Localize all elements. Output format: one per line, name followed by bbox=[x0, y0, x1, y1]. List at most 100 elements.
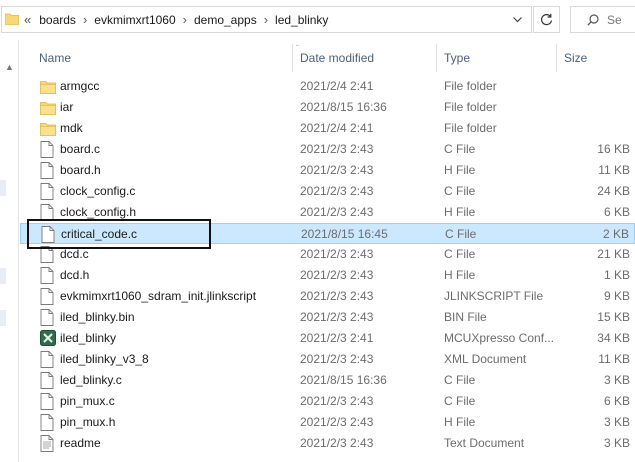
column-header-type[interactable]: Type bbox=[444, 44, 470, 72]
file-icon bbox=[40, 162, 56, 179]
file-type: C File bbox=[445, 227, 477, 241]
folder-icon bbox=[40, 78, 56, 95]
file-name: iled_blinky bbox=[60, 331, 117, 345]
search-input[interactable]: Se bbox=[570, 6, 635, 33]
column-divider[interactable] bbox=[292, 44, 293, 72]
file-row[interactable]: armgcc 2021/2/4 2:41 File folder bbox=[20, 76, 635, 97]
file-icon bbox=[40, 309, 56, 326]
file-icon bbox=[40, 141, 56, 158]
file-row[interactable]: clock_config.h 2021/2/3 2:43 H File 6 KB bbox=[20, 202, 635, 223]
address-dropdown-button[interactable] bbox=[507, 7, 527, 32]
breadcrumb-item-evkmimxrt1060[interactable]: evkmimxrt1060 bbox=[94, 13, 175, 27]
file-date-modified: 2021/2/3 2:43 bbox=[300, 289, 374, 303]
column-divider[interactable] bbox=[556, 44, 557, 72]
file-row[interactable]: iled_blinky_v3_8 2021/2/3 2:43 XML Documen… bbox=[20, 349, 635, 370]
file-row[interactable]: pin_mux.c 2021/2/3 2:43 C File 6 KB bbox=[20, 391, 635, 412]
file-size: 11 KB bbox=[598, 352, 630, 366]
breadcrumb-overflow-button[interactable]: « bbox=[24, 12, 31, 27]
file-icon bbox=[40, 183, 56, 200]
file-row[interactable]: iled_blinky 2021/2/3 2:41 MCUXpresso Conf.… bbox=[20, 328, 635, 349]
file-row[interactable]: board.c 2021/2/3 2:43 C File 16 KB bbox=[20, 139, 635, 160]
file-icon bbox=[40, 246, 56, 263]
file-size: 3 KB bbox=[603, 415, 630, 429]
chevron-up-icon[interactable]: ▲ bbox=[5, 62, 14, 72]
file-type: BIN File bbox=[444, 310, 487, 324]
file-name: mdk bbox=[60, 121, 83, 135]
file-date-modified: 2021/2/3 2:43 bbox=[300, 268, 374, 282]
refresh-icon bbox=[540, 13, 553, 26]
file-name: readme bbox=[60, 436, 101, 450]
file-size: 15 KB bbox=[597, 310, 630, 324]
column-divider[interactable] bbox=[436, 44, 437, 72]
file-type: File folder bbox=[444, 121, 497, 135]
file-size: 34 KB bbox=[597, 331, 630, 345]
column-header-size[interactable]: Size bbox=[564, 44, 587, 72]
file-date-modified: 2021/2/3 2:43 bbox=[300, 205, 374, 219]
file-date-modified: 2021/2/3 2:43 bbox=[300, 163, 374, 177]
file-icon bbox=[41, 226, 57, 243]
column-header-row: Name Date modified Type Size bbox=[20, 44, 635, 72]
file-row[interactable]: mdk 2021/2/4 2:41 File folder bbox=[20, 118, 635, 139]
file-row[interactable]: pin_mux.h 2021/2/3 2:43 H File 3 KB bbox=[20, 412, 635, 433]
file-row[interactable]: dcd.h 2021/2/3 2:43 H File 1 KB bbox=[20, 265, 635, 286]
file-name: pin_mux.c bbox=[60, 394, 115, 408]
navigation-pane[interactable]: ▲ bbox=[0, 40, 19, 462]
file-icon bbox=[40, 351, 56, 368]
file-type: H File bbox=[444, 415, 476, 429]
folder-icon bbox=[40, 99, 56, 116]
file-name: led_blinky.c bbox=[60, 373, 122, 387]
file-date-modified: 2021/2/3 2:43 bbox=[300, 310, 374, 324]
address-bar[interactable]: « boards › evkmimxrt1060 › demo_apps › l… bbox=[1, 6, 532, 33]
file-date-modified: 2021/8/15 16:36 bbox=[300, 100, 387, 114]
file-icon bbox=[40, 372, 56, 389]
column-header-date[interactable]: Date modified bbox=[300, 44, 374, 72]
search-icon bbox=[587, 13, 599, 26]
file-row[interactable]: readme 2021/2/3 2:43 Text Document 3 KB bbox=[20, 433, 635, 454]
file-icon bbox=[40, 414, 56, 431]
breadcrumb-item-boards[interactable]: boards bbox=[39, 13, 76, 27]
file-size: 11 KB bbox=[598, 163, 630, 177]
breadcrumb-separator[interactable]: › bbox=[264, 12, 268, 27]
file-name: clock_config.c bbox=[60, 184, 136, 198]
mcuxpresso-icon bbox=[40, 330, 56, 347]
file-row[interactable]: critical_code.c 2021/8/15 16:45 C File 2 KB bbox=[20, 223, 635, 244]
file-size: 1 KB bbox=[603, 268, 630, 282]
file-type: H File bbox=[444, 163, 476, 177]
file-date-modified: 2021/2/3 2:43 bbox=[300, 415, 374, 429]
file-size: 16 KB bbox=[597, 142, 630, 156]
sort-chevron-icon: ˆ bbox=[296, 44, 299, 53]
file-date-modified: 2021/2/3 2:43 bbox=[300, 247, 374, 261]
file-type: File folder bbox=[444, 100, 497, 114]
file-row[interactable]: iled_blinky.bin 2021/2/3 2:43 BIN File 15 K… bbox=[20, 307, 635, 328]
file-icon bbox=[40, 204, 56, 221]
file-name: board.h bbox=[60, 163, 101, 177]
file-row[interactable]: board.h 2021/2/3 2:43 H File 11 KB bbox=[20, 160, 635, 181]
file-size: 24 KB bbox=[597, 184, 630, 198]
file-type: C File bbox=[444, 247, 476, 261]
file-name: board.c bbox=[60, 142, 101, 156]
file-row[interactable]: iar 2021/8/15 16:36 File folder bbox=[20, 97, 635, 118]
folder-icon bbox=[5, 13, 19, 25]
file-row[interactable]: led_blinky.c 2021/8/15 16:36 C File 3 KB bbox=[20, 370, 635, 391]
breadcrumb-item-demo-apps[interactable]: demo_apps bbox=[194, 13, 257, 27]
file-date-modified: 2021/8/15 16:45 bbox=[301, 227, 388, 241]
file-size: 9 KB bbox=[603, 289, 630, 303]
file-row[interactable]: evkmimxrt1060_sdram_init.jlinkscript 2021… bbox=[20, 286, 635, 307]
file-row[interactable]: clock_config.c 2021/2/3 2:43 C File 24 KB bbox=[20, 181, 635, 202]
file-size: 21 KB bbox=[597, 247, 630, 261]
nav-marker bbox=[0, 180, 6, 196]
search-placeholder: Se bbox=[607, 12, 622, 27]
file-name: armgcc bbox=[60, 79, 100, 93]
file-name: iled_blinky_v3_8 bbox=[60, 352, 149, 366]
file-date-modified: 2021/2/3 2:43 bbox=[300, 142, 374, 156]
breadcrumb-item-led-blinky[interactable]: led_blinky bbox=[275, 13, 328, 27]
file-row[interactable]: dcd.c 2021/2/3 2:43 C File 21 KB bbox=[20, 244, 635, 265]
file-date-modified: 2021/2/3 2:43 bbox=[300, 184, 374, 198]
column-header-name[interactable]: Name bbox=[39, 44, 71, 72]
file-size: 6 KB bbox=[603, 205, 630, 219]
breadcrumb-separator[interactable]: › bbox=[83, 12, 87, 27]
breadcrumb-separator[interactable]: › bbox=[183, 12, 187, 27]
file-date-modified: 2021/2/4 2:41 bbox=[300, 79, 374, 93]
refresh-button[interactable] bbox=[533, 6, 560, 33]
folder-icon bbox=[40, 120, 56, 137]
